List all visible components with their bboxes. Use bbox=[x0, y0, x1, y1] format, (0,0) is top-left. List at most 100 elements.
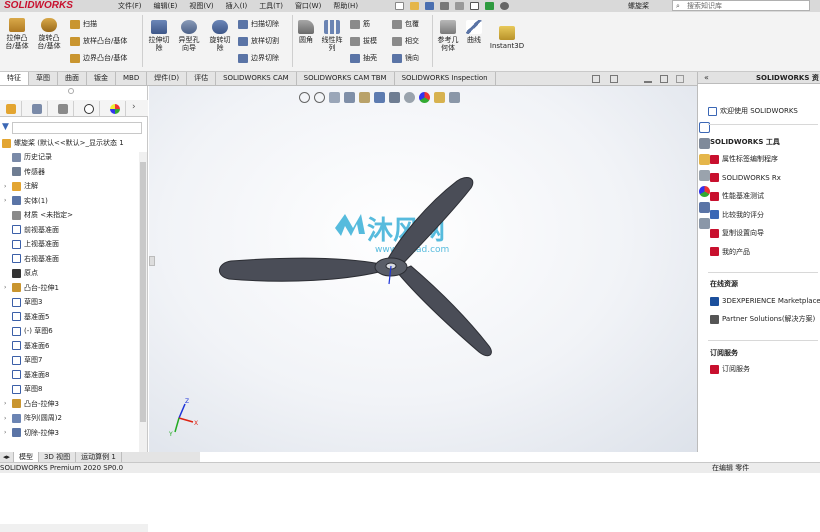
extrude-boss-button[interactable]: 拉伸凸 台/基体 bbox=[3, 18, 31, 50]
expand-arrow-icon[interactable] bbox=[4, 298, 10, 307]
tree-item[interactable]: 上视基准面 bbox=[4, 239, 59, 249]
fillet-button[interactable]: 圆角 bbox=[296, 20, 316, 44]
appearances-icon[interactable] bbox=[699, 186, 710, 197]
select-icon[interactable] bbox=[470, 2, 479, 10]
intersect-button[interactable]: 相交 bbox=[392, 37, 419, 46]
instant3d-button[interactable]: Instant3D bbox=[488, 26, 526, 50]
online-link[interactable]: Partner Solutions(解决方案) bbox=[710, 314, 815, 324]
restore-icon[interactable] bbox=[610, 75, 618, 83]
expand-arrow-icon[interactable]: › bbox=[4, 283, 10, 292]
design-library-icon[interactable] bbox=[699, 138, 710, 149]
tab-cam-tbm[interactable]: SOLIDWORKS CAM TBM bbox=[297, 72, 395, 85]
loft-button[interactable]: 放样凸台/基体 bbox=[70, 37, 127, 46]
menu-view[interactable]: 视图(V) bbox=[183, 0, 219, 12]
expand-arrow-icon[interactable] bbox=[4, 356, 10, 365]
print-icon[interactable] bbox=[440, 2, 449, 10]
revolve-boss-button[interactable]: 旋转凸 台/基体 bbox=[34, 18, 64, 50]
pane-collapse-handle[interactable] bbox=[149, 256, 155, 266]
tab-3d-views[interactable]: 3D 视图 bbox=[39, 452, 77, 462]
tabs-more-icon[interactable]: › bbox=[132, 102, 136, 112]
linear-pattern-button[interactable]: 线性阵 列 bbox=[319, 20, 345, 52]
wrap-button[interactable]: 包覆 bbox=[392, 20, 419, 29]
tree-item[interactable]: › 阵列(圆周)2 bbox=[4, 413, 62, 423]
tab-dimxpert[interactable] bbox=[78, 101, 100, 116]
boundary-boss-button[interactable]: 边界凸台/基体 bbox=[70, 54, 127, 63]
tab-evaluate[interactable]: 评估 bbox=[187, 72, 217, 85]
tools-link[interactable]: 比较我的评分 bbox=[710, 210, 764, 220]
tree-item[interactable]: 历史记录 bbox=[4, 152, 52, 162]
menu-help[interactable]: 帮助(H) bbox=[327, 0, 364, 12]
tab-configuration[interactable] bbox=[52, 101, 74, 116]
expand-arrow-icon[interactable] bbox=[4, 385, 10, 394]
custom-properties-icon[interactable] bbox=[699, 202, 710, 213]
scrollbar-thumb[interactable] bbox=[140, 162, 146, 422]
expand-arrow-icon[interactable] bbox=[4, 225, 10, 234]
online-link[interactable]: 3DEXPERIENCE Marketplace bbox=[710, 296, 820, 306]
tab-motion-study[interactable]: 运动算例 1 bbox=[76, 452, 122, 462]
tools-link[interactable]: 属性标签编制程序 bbox=[710, 154, 778, 164]
tree-item[interactable]: 草图3 bbox=[4, 297, 42, 307]
draft-button[interactable]: 拔模 bbox=[350, 37, 377, 46]
tile-icon[interactable] bbox=[592, 75, 600, 83]
expand-arrow-icon[interactable] bbox=[4, 167, 10, 176]
welcome-link[interactable]: 欢迎使用 SOLIDWORKS bbox=[708, 106, 798, 116]
collapse-pane-icon[interactable]: « bbox=[704, 72, 709, 83]
options-icon[interactable] bbox=[500, 2, 509, 10]
open-icon[interactable] bbox=[410, 2, 419, 10]
tab-sketch[interactable]: 草图 bbox=[29, 72, 58, 85]
close-icon[interactable] bbox=[676, 75, 684, 83]
new-document-icon[interactable] bbox=[395, 2, 404, 10]
tree-horizontal-scrollbar[interactable] bbox=[0, 524, 148, 532]
swept-cut-button[interactable]: 扫描切除 bbox=[238, 20, 279, 29]
tree-item[interactable]: 材质 <未指定> bbox=[4, 210, 73, 220]
tab-property-manager[interactable] bbox=[26, 101, 48, 116]
tab-surfaces[interactable]: 曲面 bbox=[58, 72, 87, 85]
expand-arrow-icon[interactable] bbox=[4, 327, 10, 336]
tree-vertical-scrollbar[interactable] bbox=[139, 152, 147, 452]
tree-root[interactable]: 螺旋桨 (默认<<默认>_显示状态 1 bbox=[2, 138, 124, 148]
extrude-cut-button[interactable]: 拉伸切 除 bbox=[146, 20, 172, 52]
tab-model[interactable]: 模型 bbox=[14, 452, 40, 462]
shell-button[interactable]: 抽壳 bbox=[350, 54, 377, 63]
maximize-icon[interactable] bbox=[660, 75, 668, 83]
expand-arrow-icon[interactable]: › bbox=[4, 182, 10, 191]
boundary-cut-button[interactable]: 边界切除 bbox=[238, 54, 279, 63]
tree-item[interactable]: 原点 bbox=[4, 268, 38, 278]
propeller-model[interactable] bbox=[219, 177, 492, 357]
revolve-cut-button[interactable]: 旋转切 除 bbox=[206, 20, 234, 52]
tree-item[interactable]: (-) 草图6 bbox=[4, 326, 53, 336]
tree-item[interactable]: 基准面5 bbox=[4, 312, 49, 322]
tree-item[interactable]: 传感器 bbox=[4, 167, 45, 177]
tree-item[interactable]: 草图7 bbox=[4, 355, 42, 365]
tree-item[interactable]: › 凸台-拉伸1 bbox=[4, 283, 59, 293]
expand-arrow-icon[interactable] bbox=[4, 254, 10, 263]
expand-arrow-icon[interactable] bbox=[4, 370, 10, 379]
tree-item[interactable]: 基准面8 bbox=[4, 370, 49, 380]
expand-arrow-icon[interactable]: › bbox=[4, 196, 10, 205]
tree-item[interactable]: 基准面6 bbox=[4, 341, 49, 351]
menu-edit[interactable]: 编辑(E) bbox=[148, 0, 184, 12]
tree-item[interactable]: 前视基准面 bbox=[4, 225, 59, 235]
tab-feature-tree[interactable] bbox=[0, 101, 22, 116]
curves-button[interactable]: 曲线 bbox=[463, 20, 485, 44]
tab-nav-arrows[interactable]: ◂▸ bbox=[0, 452, 15, 462]
expand-arrow-icon[interactable] bbox=[4, 240, 10, 249]
menu-insert[interactable]: 插入(I) bbox=[220, 0, 254, 12]
mirror-button[interactable]: 镜向 bbox=[392, 54, 419, 63]
expand-arrow-icon[interactable]: › bbox=[4, 399, 10, 408]
lofted-cut-button[interactable]: 放样切割 bbox=[238, 37, 279, 46]
expand-arrow-icon[interactable] bbox=[4, 153, 10, 162]
expand-arrow-icon[interactable]: › bbox=[4, 414, 10, 423]
tab-display-manager[interactable] bbox=[104, 101, 126, 116]
menu-tools[interactable]: 工具(T) bbox=[253, 0, 289, 12]
tree-item[interactable]: 右视基准面 bbox=[4, 254, 59, 264]
hole-wizard-button[interactable]: 异型孔 向导 bbox=[175, 20, 203, 52]
expand-arrow-icon[interactable]: › bbox=[4, 428, 10, 437]
save-icon[interactable] bbox=[425, 2, 434, 10]
tools-link[interactable]: 我的产品 bbox=[710, 247, 750, 257]
tools-link[interactable]: 性能基准测试 bbox=[710, 191, 764, 201]
sub-link[interactable]: 订阅服务 bbox=[710, 364, 750, 374]
rebuild-icon[interactable] bbox=[485, 2, 494, 10]
tab-cam[interactable]: SOLIDWORKS CAM bbox=[216, 72, 297, 85]
minimize-icon[interactable] bbox=[644, 81, 652, 83]
